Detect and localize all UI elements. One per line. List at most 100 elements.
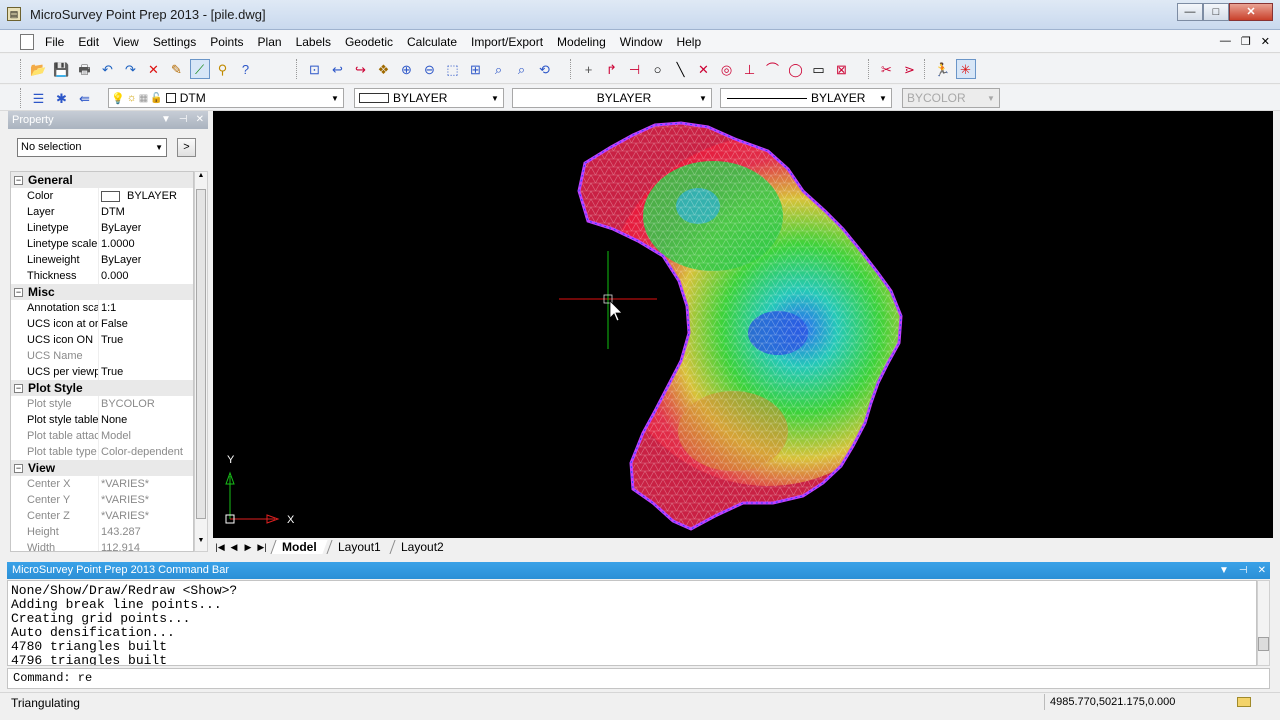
property-row[interactable]: UCS Name xyxy=(11,348,193,364)
scroll-thumb[interactable] xyxy=(1258,637,1269,651)
prev-tab-button[interactable]: ◀ xyxy=(227,540,241,554)
property-row[interactable]: Lineweight ByLayer xyxy=(11,252,193,268)
break-icon[interactable]: ✂ xyxy=(877,59,897,79)
property-row[interactable]: UCS per viewportTrue xyxy=(11,364,193,380)
undo-icon[interactable]: ↶ xyxy=(98,59,118,79)
property-value[interactable]: 1:1 xyxy=(99,300,116,316)
property-row[interactable]: Width 112.914 xyxy=(11,540,193,551)
print-icon[interactable]: 🖶 xyxy=(75,59,95,79)
zoom-in-icon[interactable]: ⊕ xyxy=(397,59,417,79)
zoom-extents-icon[interactable]: ⬚ xyxy=(443,59,463,79)
color-dropdown[interactable]: BYLAYER ▼ xyxy=(354,88,504,108)
zoom-previous-icon[interactable]: ⌕ xyxy=(512,59,532,79)
property-row[interactable]: Height 143.287 xyxy=(11,524,193,540)
property-value[interactable] xyxy=(99,348,101,364)
regen-icon[interactable]: ⟲ xyxy=(535,59,555,79)
polyline-icon[interactable]: ⟋ xyxy=(189,59,210,79)
walk-icon[interactable]: 🏃 xyxy=(933,59,953,79)
open-icon[interactable]: 📂 xyxy=(29,59,49,79)
property-row[interactable]: Center X *VARIES* xyxy=(11,476,193,492)
property-row[interactable]: Layer DTM xyxy=(11,204,193,220)
menu-item-settings[interactable]: Settings xyxy=(151,35,203,49)
doc-minimize-button[interactable]: — xyxy=(1220,35,1231,48)
zoom-realtime-icon[interactable]: ⌕ xyxy=(489,59,509,79)
help-icon[interactable]: ? xyxy=(236,59,256,79)
scroll-down-icon[interactable]: ▼ xyxy=(195,537,207,551)
message-icon[interactable] xyxy=(1237,697,1251,707)
property-value[interactable]: *VARIES* xyxy=(99,492,149,508)
property-row[interactable]: Center Y *VARIES* xyxy=(11,492,193,508)
property-row[interactable]: Linetype ByLayer xyxy=(11,220,193,236)
menu-item-labels[interactable]: Labels xyxy=(294,35,338,49)
menu-item-help[interactable]: Help xyxy=(674,35,708,49)
delete-icon[interactable]: ✕ xyxy=(144,59,164,79)
property-value[interactable]: ByLayer xyxy=(99,220,141,236)
lineweight-dropdown[interactable]: BYLAYER ▼ xyxy=(720,88,892,108)
perpendicular-icon[interactable]: ⊥ xyxy=(740,59,760,79)
target-icon[interactable]: ◎ xyxy=(717,59,737,79)
property-value[interactable]: 143.287 xyxy=(99,524,141,540)
zoom-out-icon[interactable]: ⊖ xyxy=(420,59,440,79)
property-row[interactable]: UCS icon at originFalse xyxy=(11,316,193,332)
drawing-viewport[interactable]: Y X xyxy=(213,111,1273,538)
line-icon[interactable]: ╲ xyxy=(671,59,691,79)
menu-item-edit[interactable]: Edit xyxy=(76,35,106,49)
property-value[interactable]: True xyxy=(99,332,123,348)
menu-item-geodetic[interactable]: Geodetic xyxy=(343,35,400,49)
property-value[interactable]: False xyxy=(99,316,128,332)
category-plot-style[interactable]: − Plot Style xyxy=(11,380,193,396)
panel-menu-icon[interactable]: ▼ xyxy=(161,111,171,129)
pan-left-icon[interactable]: ↩ xyxy=(328,59,348,79)
first-tab-button[interactable]: |◀ xyxy=(213,540,227,554)
tab-model[interactable]: Model xyxy=(270,540,328,554)
property-row[interactable]: Plot style BYCOLOR xyxy=(11,396,193,412)
toolbar-grip[interactable] xyxy=(924,59,927,79)
traverse-icon[interactable]: ↱ xyxy=(602,59,622,79)
last-tab-button[interactable]: ▶| xyxy=(255,540,269,554)
rectangle-icon[interactable]: ▭ xyxy=(809,59,829,79)
panel-pin-icon[interactable]: ⊣ xyxy=(179,111,188,129)
zoom-center-icon[interactable]: ⊞ xyxy=(466,59,486,79)
property-value[interactable]: 1.0000 xyxy=(99,236,135,252)
command-menu-icon[interactable]: ▼ xyxy=(1219,562,1229,579)
toolbar-grip[interactable] xyxy=(868,59,871,79)
doc-restore-button[interactable]: ❐ xyxy=(1241,35,1251,48)
property-value[interactable]: 112.914 xyxy=(99,540,140,551)
scroll-thumb[interactable] xyxy=(196,189,206,519)
zoom-window-icon[interactable]: ⊡ xyxy=(305,59,325,79)
property-row[interactable]: Plot table type Color-dependent xyxy=(11,444,193,460)
command-pin-icon[interactable]: ⊣ xyxy=(1239,562,1248,579)
selection-dropdown[interactable]: No selection ▼ xyxy=(17,138,167,157)
property-value[interactable]: 0.000 xyxy=(99,268,129,284)
match-properties-icon[interactable]: ✎ xyxy=(167,59,187,79)
property-row[interactable]: UCS icon ON True xyxy=(11,332,193,348)
property-value[interactable]: Model xyxy=(99,428,131,444)
toolbar-grip[interactable] xyxy=(20,88,23,108)
property-value[interactable]: DTM xyxy=(99,204,125,220)
property-row[interactable]: Plot table attached toModel xyxy=(11,428,193,444)
toolbar-grip[interactable] xyxy=(20,59,23,79)
property-value[interactable]: *VARIES* xyxy=(99,476,149,492)
linetype-dropdown[interactable]: BYLAYER ▼ xyxy=(512,88,712,108)
bearing-icon[interactable]: ⊣ xyxy=(625,59,645,79)
snap-icon[interactable]: ✳ xyxy=(955,59,976,79)
layer-previous-icon[interactable]: ⇚ xyxy=(75,88,95,108)
property-value[interactable]: *VARIES* xyxy=(99,508,149,524)
radius-icon[interactable]: ◯ xyxy=(786,59,806,79)
intersection-icon[interactable]: ✕ xyxy=(694,59,714,79)
scroll-up-icon[interactable]: ▲ xyxy=(195,172,207,186)
menu-item-file[interactable]: File xyxy=(43,35,71,49)
maximize-button[interactable]: □ xyxy=(1203,3,1229,21)
layer-manager-icon[interactable]: ☰ xyxy=(29,88,49,108)
collapse-icon[interactable]: − xyxy=(14,175,23,185)
property-value[interactable]: BYCOLOR xyxy=(99,396,155,412)
command-input[interactable]: Command: re xyxy=(7,668,1270,689)
menu-item-points[interactable]: Points xyxy=(208,35,250,49)
pin-icon[interactable]: ⚲ xyxy=(213,59,233,79)
layer-states-icon[interactable]: ❖ xyxy=(374,59,394,79)
toolbar-grip[interactable] xyxy=(570,59,573,79)
point-icon[interactable]: + xyxy=(579,59,599,79)
property-value[interactable]: True xyxy=(99,364,123,380)
property-scrollbar[interactable]: ▲ ▼ xyxy=(194,171,208,552)
collapse-icon[interactable]: − xyxy=(14,383,23,393)
